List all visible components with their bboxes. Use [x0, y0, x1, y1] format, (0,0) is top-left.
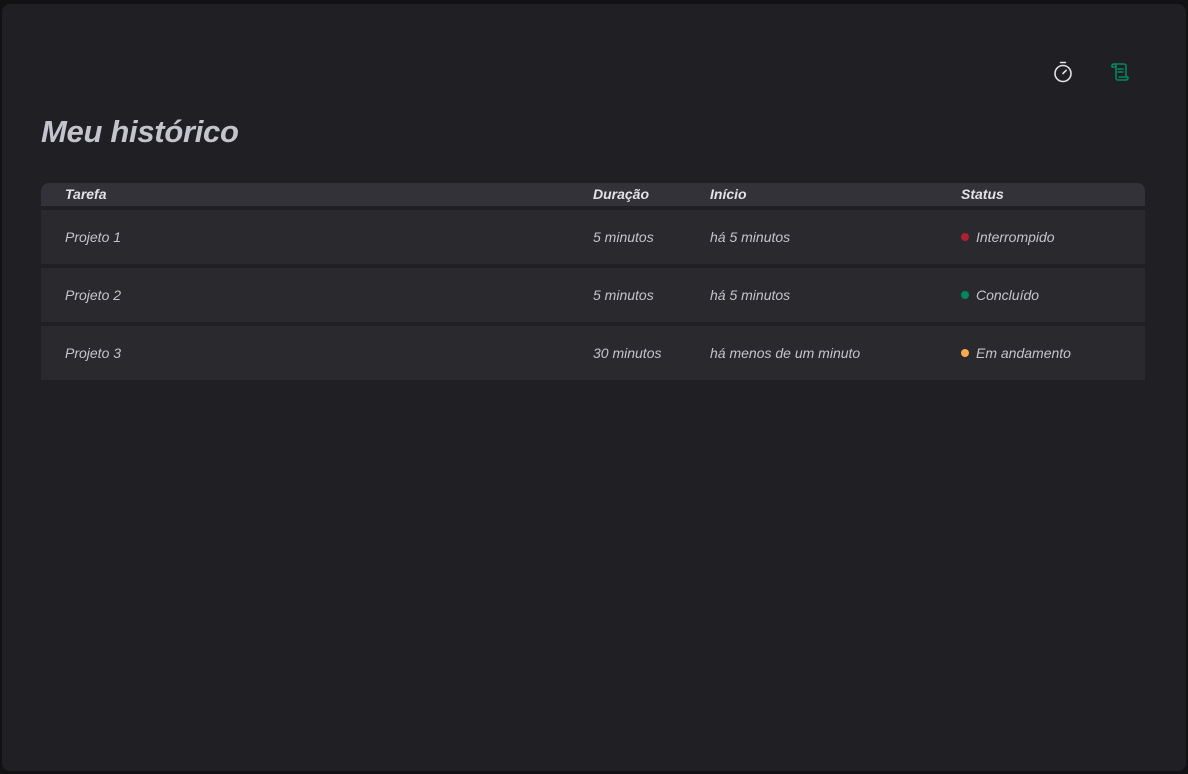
page-title: Meu histórico	[41, 114, 239, 149]
status-label: Em andamento	[976, 345, 1071, 361]
header-start: Início	[710, 186, 747, 202]
status-label: Concluído	[976, 287, 1040, 303]
duration-cell: 30 minutos	[593, 345, 662, 361]
start-cell: há menos de um minuto	[710, 345, 861, 361]
header-task: Tarefa	[65, 186, 107, 202]
app-window: Meu histórico Tarefa Duração Início Stat…	[2, 4, 1186, 771]
top-nav	[1047, 56, 1135, 88]
status-dot	[961, 349, 969, 357]
table-header: Tarefa Duração Início Status	[41, 183, 1145, 206]
start-cell: há 5 minutos	[710, 287, 791, 303]
header-status: Status	[961, 186, 1004, 202]
timer-icon	[1054, 61, 1072, 83]
task-cell: Projeto 1	[65, 229, 122, 245]
table-row: Projeto 2 5 minutos há 5 minutos Concluí…	[41, 268, 1145, 322]
scroll-icon	[1111, 63, 1129, 81]
status-cell: Em andamento	[961, 326, 1071, 380]
status-cell: Concluído	[961, 268, 1039, 322]
duration-cell: 5 minutos	[593, 287, 654, 303]
timer-nav-button[interactable]	[1047, 56, 1079, 88]
task-cell: Projeto 2	[65, 287, 122, 303]
status-dot	[961, 233, 969, 241]
header-duration: Duração	[593, 186, 650, 202]
status-dot	[961, 291, 969, 299]
table-row: Projeto 1 5 minutos há 5 minutos Interro…	[41, 210, 1145, 264]
table-row: Projeto 3 30 minutos há menos de um minu…	[41, 326, 1145, 380]
history-nav-button[interactable]	[1103, 56, 1135, 88]
task-cell: Projeto 3	[65, 345, 122, 361]
duration-cell: 5 minutos	[593, 229, 654, 245]
start-cell: há 5 minutos	[710, 229, 791, 245]
history-table: Tarefa Duração Início Status Projeto 1 5…	[41, 183, 1145, 380]
status-cell: Interrompido	[961, 210, 1055, 264]
status-label: Interrompido	[976, 229, 1055, 245]
